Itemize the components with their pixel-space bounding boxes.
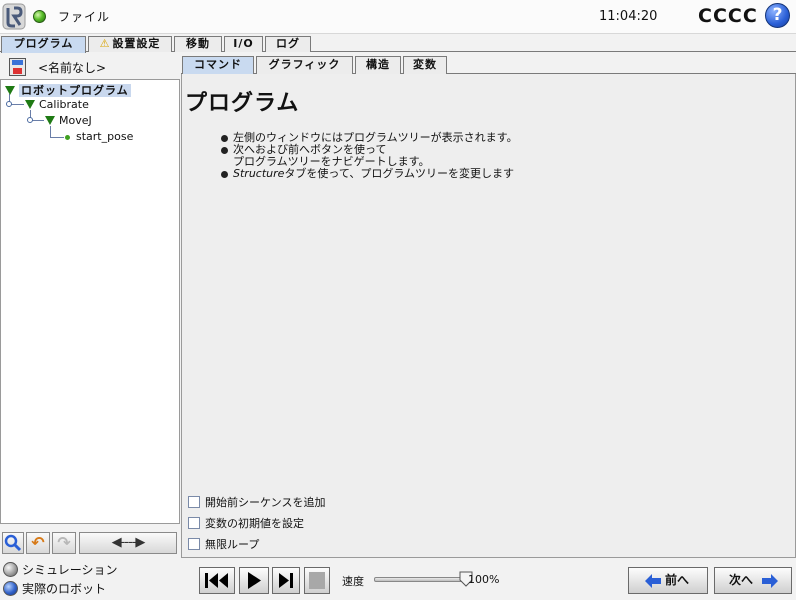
file-menu[interactable]: ファイル: [58, 8, 110, 25]
help-item: Structureタブを使って、プログラムツリーを変更します: [220, 168, 518, 180]
back-label: 前へ: [665, 573, 690, 587]
step-button[interactable]: [272, 567, 300, 594]
tree-node-label: MoveJ: [59, 114, 92, 127]
clock: 11:04:20: [599, 9, 658, 24]
tab-log[interactable]: ログ: [265, 36, 311, 52]
tab-label: グラフィック: [268, 58, 341, 71]
magnifier-icon: [4, 534, 22, 552]
next-label: 次へ: [729, 573, 754, 587]
checkbox[interactable]: [188, 538, 200, 550]
tree-node-label: start_pose: [76, 130, 134, 143]
tab-command[interactable]: コマンド: [182, 56, 254, 75]
checkbox[interactable]: [188, 517, 200, 529]
tab-io[interactable]: I/O: [224, 36, 263, 52]
help-text: タブを使って、プログラムツリーを変更します: [284, 167, 514, 180]
tree-expander-icon[interactable]: [27, 117, 33, 123]
move-node-button[interactable]: ◀----▶: [79, 532, 177, 554]
tab-graphics[interactable]: グラフィック: [256, 56, 353, 74]
program-tree[interactable]: ロボットプログラム Calibrate MoveJ start_pose: [0, 79, 180, 524]
redo-icon: ↷: [57, 533, 71, 552]
add-before-start-option[interactable]: 開始前シーケンスを追加: [188, 494, 325, 510]
program-content-panel: コマンド グラフィック 構造 変数 プログラム 左側のウィンドウにはプログラムツ…: [181, 53, 796, 558]
step-icon: [279, 573, 293, 588]
back-button[interactable]: 前へ: [628, 567, 708, 594]
tab-label: コマンド: [194, 58, 242, 71]
expand-triangle-icon[interactable]: [5, 86, 15, 95]
tree-connector: [50, 137, 64, 138]
tab-label: 構造: [366, 58, 390, 71]
option-label: 開始前シーケンスを追加: [205, 496, 326, 509]
expand-triangle-icon[interactable]: [25, 100, 35, 109]
program-name-bar: <名前なし>: [0, 53, 180, 79]
sub-tab-bar: コマンド グラフィック 構造 変数: [181, 55, 796, 75]
tree-node-label: ロボットプログラム: [19, 84, 131, 97]
page-title: プログラム: [185, 91, 300, 116]
speed-slider-track[interactable]: [374, 577, 466, 582]
arrow-left-icon: [645, 574, 661, 588]
mode-label: 実際のロボット: [22, 582, 107, 596]
command-content: プログラム 左側のウィンドウにはプログラムツリーが表示されます。 次へおよび前へ…: [181, 74, 796, 558]
skip-start-icon: [205, 573, 228, 588]
warning-icon: ⚠: [99, 37, 111, 50]
waypoint-icon: [65, 135, 70, 140]
play-button[interactable]: [239, 567, 269, 594]
tab-label: ログ: [276, 37, 300, 50]
undo-icon: ↶: [31, 533, 45, 552]
tab-variables[interactable]: 変数: [403, 56, 447, 74]
save-icon[interactable]: [9, 58, 26, 76]
play-icon: [248, 572, 261, 589]
mode-real-robot-radio[interactable]: 実際のロボット: [3, 580, 106, 597]
radio-selected-icon: [3, 581, 18, 596]
tab-label: I/O: [233, 37, 254, 50]
arrow-right-icon: [762, 574, 778, 588]
tree-node-robot-program[interactable]: ロボットプログラム: [5, 82, 131, 97]
mode-label: シミュレーション: [22, 563, 118, 577]
checkbox[interactable]: [188, 496, 200, 508]
footer-bar: シミュレーション 実際のロボット 速度 100% 前へ 次へ: [0, 558, 796, 600]
redo-button[interactable]: ↷: [52, 532, 76, 554]
program-tree-panel: <名前なし> ロボットプログラム Calibrate MoveJ start_p…: [0, 53, 180, 558]
tab-label: プログラム: [13, 37, 74, 50]
tab-label: 変数: [413, 58, 437, 71]
robot-name: CCCC: [698, 5, 758, 27]
tab-label: 設置設定: [112, 37, 161, 50]
radio-icon: [3, 562, 18, 577]
option-label: 変数の初期値を設定: [205, 517, 304, 530]
next-button[interactable]: 次へ: [714, 567, 792, 594]
main-tab-bar: プログラム ⚠ 設置設定 移動 I/O ログ: [0, 35, 796, 53]
header-bar: ファイル 11:04:20 CCCC ?: [0, 0, 796, 34]
search-button[interactable]: [2, 532, 24, 554]
left-right-arrow-icon: ◀----▶: [111, 535, 146, 550]
stop-icon: [309, 572, 325, 589]
loop-forever-option[interactable]: 無限ループ: [188, 536, 259, 552]
tree-node-start-pose[interactable]: start_pose: [76, 130, 133, 145]
tab-structure[interactable]: 構造: [355, 56, 401, 74]
speed-value: 100%: [468, 573, 500, 586]
help-button[interactable]: ?: [765, 3, 790, 28]
tab-label: 移動: [186, 37, 210, 50]
expand-triangle-icon[interactable]: [45, 116, 55, 125]
undo-button[interactable]: ↶: [26, 532, 50, 554]
status-indicator-icon: [33, 10, 46, 23]
universal-robots-logo: [2, 3, 26, 30]
tree-node-calibrate[interactable]: Calibrate: [25, 98, 89, 113]
program-name: <名前なし>: [38, 61, 107, 75]
tree-expander-icon[interactable]: [6, 101, 12, 107]
tab-move[interactable]: 移動: [174, 36, 222, 52]
speed-label: 速度: [342, 575, 364, 588]
tree-toolbar: ↶ ↷ ◀----▶: [0, 530, 180, 556]
tree-node-label: Calibrate: [39, 98, 89, 111]
stop-button[interactable]: [304, 567, 330, 594]
tab-installation[interactable]: ⚠ 設置設定: [88, 36, 172, 52]
help-text-list: 左側のウィンドウにはプログラムツリーが表示されます。 次へおよび前へボタンを使っ…: [220, 132, 518, 180]
tree-node-movej[interactable]: MoveJ: [45, 114, 92, 129]
mode-simulation-radio[interactable]: シミュレーション: [3, 561, 118, 578]
tab-program[interactable]: プログラム: [1, 36, 86, 53]
set-initial-values-option[interactable]: 変数の初期値を設定: [188, 515, 304, 531]
help-text-emphasis: Structure: [233, 167, 285, 180]
option-label: 無限ループ: [205, 538, 260, 551]
skip-to-start-button[interactable]: [199, 567, 235, 594]
